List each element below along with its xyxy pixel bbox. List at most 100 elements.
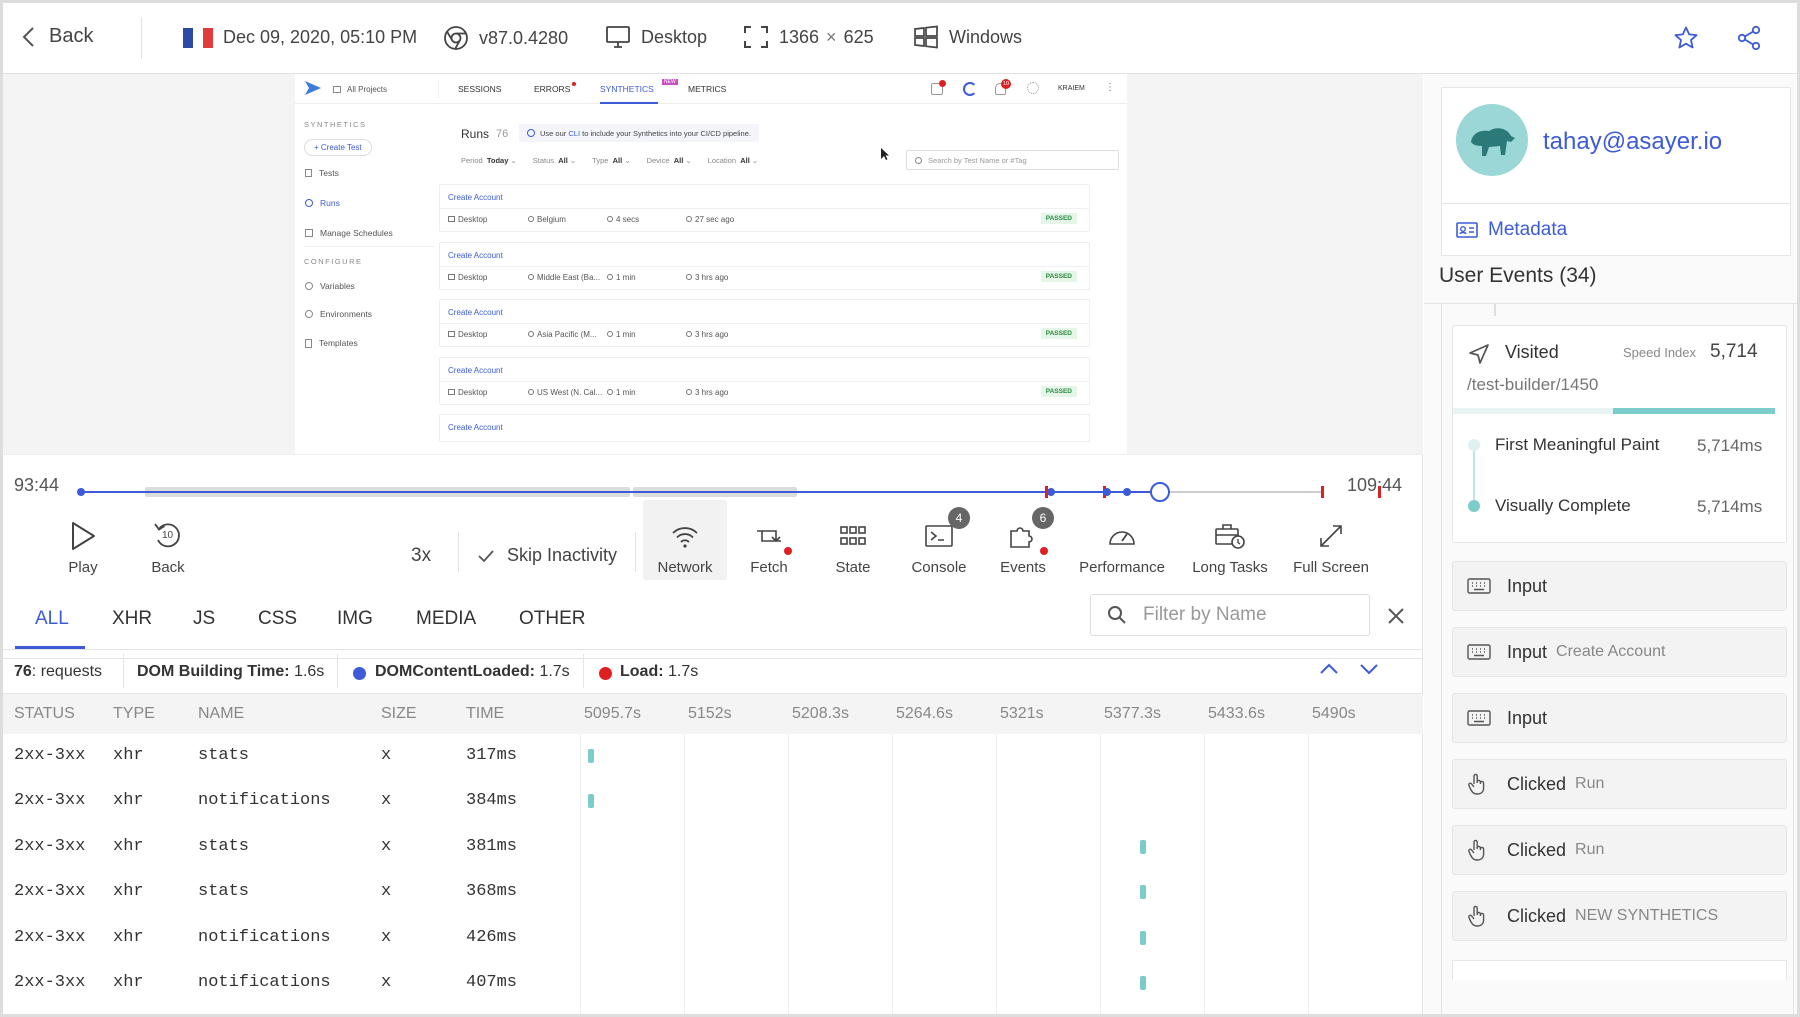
project-select: All Projects: [333, 80, 439, 98]
request-name: stats: [198, 882, 250, 902]
request-status: 2xx-3xx: [14, 973, 86, 992]
visited-event-card[interactable]: Visited Speed Index 5,714 /test-builder/…: [1452, 325, 1787, 543]
hyena-avatar-icon: [1467, 122, 1517, 158]
run-ago: 27 sec ago: [686, 215, 734, 224]
project-label: All Projects: [347, 84, 388, 94]
network-request-row[interactable]: 2xx-3xx xhr stats x 317ms: [3, 734, 1423, 779]
close-icon[interactable]: [1386, 606, 1406, 626]
state-tool-button[interactable]: State: [813, 504, 893, 576]
tab-xhr[interactable]: XHR: [112, 608, 152, 630]
fullscreen-frame-icon: [743, 25, 769, 49]
chevron-down-icon[interactable]: [1359, 662, 1379, 676]
tab-all[interactable]: ALL: [35, 608, 69, 630]
event-dot: [1047, 488, 1055, 496]
click-event[interactable]: Clicked Run: [1452, 825, 1787, 875]
request-name: notifications: [198, 927, 331, 947]
share-icon[interactable]: [1736, 25, 1762, 51]
network-tool-button[interactable]: Network: [643, 504, 727, 576]
col-name[interactable]: NAME: [198, 705, 244, 723]
runs-title: Runs: [461, 127, 490, 141]
input-event[interactable]: Input Create Account: [1452, 627, 1787, 677]
long-tasks-tool-button[interactable]: Long Tasks: [1185, 504, 1275, 576]
click-event[interactable]: Clicked Run: [1452, 759, 1787, 809]
metadata-button[interactable]: Metadata: [1441, 204, 1791, 256]
mouse-cursor-icon: [880, 147, 890, 161]
input-event[interactable]: Input: [1452, 561, 1787, 611]
recorded-app-nav: All Projects SESSIONS ERRORS SYNTHETICS …: [295, 74, 1127, 104]
col-type[interactable]: TYPE: [113, 705, 155, 723]
date-text: Dec 09, 2020, 05:10 PM: [223, 27, 418, 47]
rewind-button[interactable]: 10 Back: [143, 504, 193, 576]
full-screen-button[interactable]: Full Screen: [1291, 504, 1371, 576]
section-configure: CONFIGURE: [304, 257, 363, 266]
skip-inactivity-toggle[interactable]: Skip Inactivity: [477, 545, 617, 566]
network-table-header: STATUS TYPE NAME SIZE TIME 5095.7s 5152s 5…: [3, 694, 1423, 734]
tab-css[interactable]: CSS: [258, 608, 297, 630]
tab-media[interactable]: MEDIA: [416, 608, 476, 630]
click-event[interactable]: Clicked NEW SYNTHETICS: [1452, 891, 1787, 941]
create-test-button: + Create Test: [304, 139, 372, 156]
request-size: x: [381, 791, 392, 811]
navigation-arrow-icon: [1467, 342, 1491, 366]
network-request-row[interactable]: 2xx-3xx xhr notifications x 407ms: [3, 961, 1423, 1006]
play-label: Play: [68, 559, 98, 576]
network-request-row[interactable]: 2xx-3xx xhr notifications x 426ms: [3, 916, 1423, 961]
col-status[interactable]: STATUS: [14, 705, 75, 723]
network-request-row[interactable]: 2xx-3xx xhr stats x 368ms: [3, 870, 1423, 915]
speed-button[interactable]: 3x: [411, 545, 431, 567]
waterfall-tick-label: 5208.3s: [792, 705, 849, 722]
network-request-row[interactable]: 2xx-3xx xhr notifications x 384ms: [3, 779, 1423, 824]
back-button[interactable]: Back: [21, 25, 93, 48]
tab-js[interactable]: JS: [193, 608, 215, 630]
puzzle-icon: 6: [1006, 507, 1054, 555]
divider: [141, 17, 142, 59]
filter-by-name-input[interactable]: Filter by Name: [1090, 594, 1370, 636]
dom-content-loaded: DOMContentLoaded: 1.7s: [375, 663, 570, 680]
loading-icon: [963, 82, 977, 96]
run-status-badge: PASSED: [1040, 385, 1077, 397]
network-request-row[interactable]: 2xx-3xx xhr stats x 381ms: [3, 825, 1423, 870]
event-label: Clicked: [1507, 905, 1567, 926]
chevron-up-icon[interactable]: [1319, 662, 1339, 676]
run-title: Create Account: [448, 423, 503, 432]
user-email[interactable]: tahay@asayer.io: [1543, 128, 1722, 156]
col-time[interactable]: TIME: [466, 705, 504, 723]
favorite-star-icon[interactable]: [1673, 25, 1699, 51]
runs-count: 76: [496, 128, 509, 140]
rewind-seconds: 10: [162, 530, 174, 541]
vc-label: Visually Complete: [1495, 496, 1631, 515]
input-event[interactable]: Input: [1452, 693, 1787, 743]
performance-tool-button[interactable]: Performance: [1077, 504, 1167, 576]
session-sidebar: tahay@asayer.io Metadata User Events (34…: [1424, 74, 1797, 1014]
device-name: Desktop: [641, 26, 708, 47]
filter-device: Device All ⌄: [646, 156, 692, 165]
full-screen-label: Full Screen: [1293, 559, 1369, 576]
divider: [458, 532, 459, 572]
event-dot: [1123, 488, 1131, 496]
tab-other[interactable]: OTHER: [519, 608, 586, 630]
browser-version: v87.0.4280: [479, 27, 569, 48]
fetch-tool-button[interactable]: Fetch: [729, 504, 809, 576]
side-tests: Tests: [305, 168, 339, 178]
state-label: State: [835, 559, 871, 576]
long-tasks-label: Long Tasks: [1192, 559, 1268, 576]
run-location: Belgium: [528, 215, 566, 224]
timeline-scrubber[interactable]: [1149, 482, 1170, 502]
search-icon: [1107, 605, 1127, 625]
side-runs: Runs: [305, 198, 340, 208]
col-size[interactable]: SIZE: [381, 705, 417, 723]
replay-viewport[interactable]: All Projects SESSIONS ERRORS SYNTHETICS …: [3, 74, 1423, 454]
events-tool-button[interactable]: 6 Events: [983, 504, 1063, 576]
request-status: 2xx-3xx: [14, 882, 86, 902]
waterfall-bar: [587, 794, 594, 809]
back-label: Back: [49, 25, 94, 47]
sidebar-divider: [304, 246, 434, 247]
waterfall-bar: [1140, 976, 1147, 990]
tab-img[interactable]: IMG: [337, 608, 373, 630]
waterfall-tick-label: 5152s: [688, 705, 732, 722]
filter-period: Period Today ⌄: [461, 156, 517, 165]
nav-active-underline: [600, 102, 658, 104]
visited-url: /test-builder/1450: [1467, 375, 1599, 394]
play-button[interactable]: Play: [61, 504, 105, 576]
console-tool-button[interactable]: 4 Console: [897, 504, 981, 576]
